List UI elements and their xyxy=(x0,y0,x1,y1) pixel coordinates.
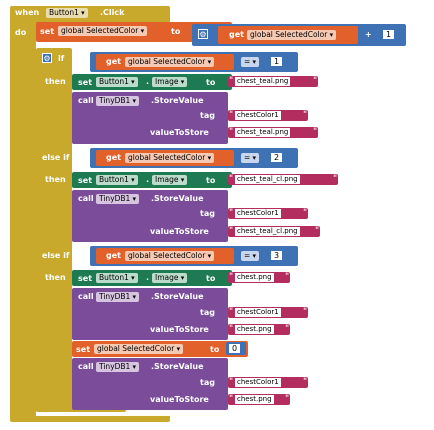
tag-label: tag xyxy=(200,209,215,218)
number-three-block[interactable]: 3 xyxy=(268,249,290,262)
number-one-block[interactable]: 1 xyxy=(380,28,402,41)
storevalue-method-label: .StoreValue xyxy=(151,194,204,203)
text-chest[interactable]: " chest.png " xyxy=(228,324,290,335)
storevalue-method-label: .StoreValue xyxy=(151,292,204,301)
dot-label: . xyxy=(146,77,150,86)
tinydb1-dropdown[interactable]: TinyDB1 xyxy=(96,194,140,204)
image-property-dropdown[interactable]: Image xyxy=(152,175,188,185)
image-property-dropdown[interactable]: Image xyxy=(152,273,188,283)
text-chest-color-tag[interactable]: " chestColor1 " xyxy=(228,110,308,121)
get-label: get xyxy=(106,57,121,66)
variable-dropdown[interactable]: global SelectedColor xyxy=(94,344,184,354)
do-label: do xyxy=(15,28,27,37)
text-chest-color-tag[interactable]: " chestColor1 " xyxy=(228,377,308,388)
get-variable-dropdown[interactable]: global SelectedColor xyxy=(125,153,215,163)
gear-icon[interactable]: ⚙ xyxy=(42,53,52,63)
to-label: to xyxy=(210,345,220,354)
text-chest-teal[interactable]: " chest_teal.png " xyxy=(228,76,318,87)
get-label: get xyxy=(106,251,121,260)
then-label: then xyxy=(45,175,66,184)
if-else-block[interactable] xyxy=(36,48,72,412)
call-label: call xyxy=(78,292,94,301)
equals-operator-dropdown[interactable]: = xyxy=(241,57,260,67)
if-label: if xyxy=(58,54,65,63)
tinydb1-dropdown[interactable]: TinyDB1 xyxy=(96,362,140,372)
variable-dropdown[interactable]: global SelectedColor xyxy=(58,26,148,36)
to-label: to xyxy=(171,27,181,36)
then-label: then xyxy=(45,273,66,282)
storevalue-method-label: .StoreValue xyxy=(151,362,204,371)
image-property-dropdown[interactable]: Image xyxy=(152,77,188,87)
button1-dropdown[interactable]: Button1 xyxy=(96,273,138,283)
set-label: set xyxy=(78,78,93,87)
tag-label: tag xyxy=(200,308,215,317)
then-label: then xyxy=(45,77,66,86)
call-label: call xyxy=(78,96,94,105)
number-zero-block[interactable]: 0 xyxy=(226,342,246,355)
to-label: to xyxy=(206,176,216,185)
value-to-store-label: valueToStore xyxy=(150,325,209,334)
set-label: set xyxy=(40,27,55,36)
click-event-label: .Click xyxy=(100,8,125,17)
get-label: get xyxy=(106,153,121,162)
tinydb1-dropdown[interactable]: TinyDB1 xyxy=(96,292,140,302)
get-variable-dropdown[interactable]: global SelectedColor xyxy=(247,30,337,40)
number-one-block[interactable]: 1 xyxy=(268,55,290,68)
tinydb1-dropdown[interactable]: TinyDB1 xyxy=(96,96,140,106)
tag-label: tag xyxy=(200,111,215,120)
call-label: call xyxy=(78,194,94,203)
button1-dropdown[interactable]: Button1 xyxy=(96,175,138,185)
call-label: call xyxy=(78,362,94,371)
text-chest-teal-cl[interactable]: " chest_teal_cl.png " xyxy=(228,174,338,185)
value-to-store-label: valueToStore xyxy=(150,227,209,236)
tag-label: tag xyxy=(200,378,215,387)
number-two-block[interactable]: 2 xyxy=(268,151,290,164)
button1-dropdown[interactable]: Button1 xyxy=(96,77,138,87)
text-chest-teal[interactable]: " chest_teal.png " xyxy=(228,127,318,138)
text-chest[interactable]: " chest.png " xyxy=(228,272,290,283)
set-label: set xyxy=(76,345,91,354)
storevalue-method-label: .StoreValue xyxy=(151,96,204,105)
text-chest-color-tag[interactable]: " chestColor1 " xyxy=(228,307,308,318)
value-to-store-label: valueToStore xyxy=(150,395,209,404)
button1-component-dropdown[interactable]: Button1 xyxy=(46,8,88,18)
else-if-label: else if xyxy=(42,153,70,162)
when-label: when xyxy=(15,8,40,17)
set-label: set xyxy=(78,176,93,185)
dot-label: . xyxy=(146,175,150,184)
equals-operator-dropdown[interactable]: = xyxy=(241,153,260,163)
text-chest-color-tag[interactable]: " chestColor1 " xyxy=(228,208,308,219)
value-to-store-label: valueToStore xyxy=(150,128,209,137)
set-label: set xyxy=(78,274,93,283)
get-variable-dropdown[interactable]: global SelectedColor xyxy=(125,57,215,67)
get-label: get xyxy=(229,30,244,39)
equals-operator-dropdown[interactable]: = xyxy=(241,251,260,261)
plus-operator: + xyxy=(365,30,372,39)
to-label: to xyxy=(206,78,216,87)
else-if-label: else if xyxy=(42,251,70,260)
get-variable-dropdown[interactable]: global SelectedColor xyxy=(125,251,215,261)
dot-label: . xyxy=(146,273,150,282)
text-chest[interactable]: " chest.png " xyxy=(228,394,290,405)
to-label: to xyxy=(206,274,216,283)
gear-icon[interactable]: ⚙ xyxy=(198,29,208,39)
text-chest-teal-cl[interactable]: " chest_teal_cl.png " xyxy=(228,226,320,237)
